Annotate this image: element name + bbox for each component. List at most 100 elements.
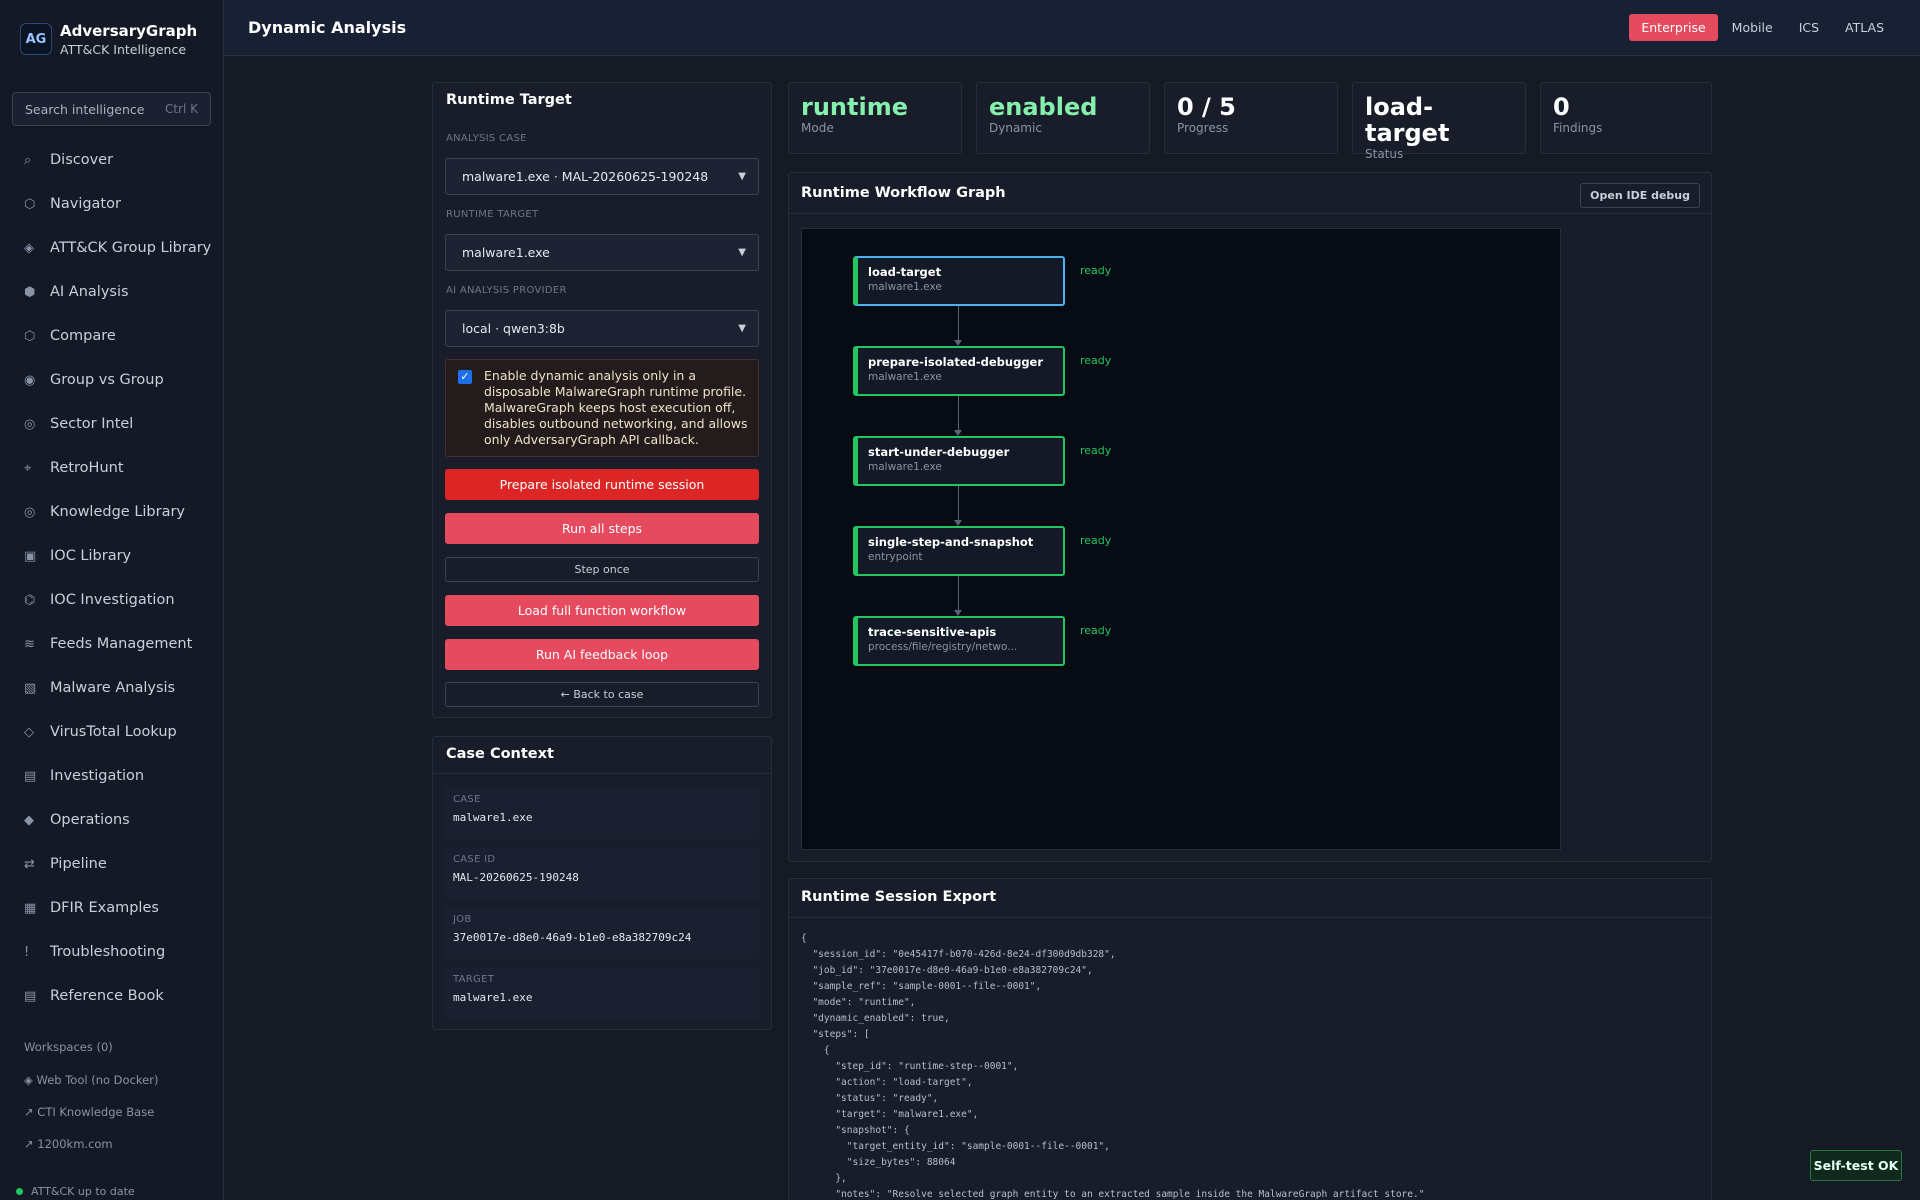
- analysis-case-select[interactable]: malware1.exe · MAL-20260625-190248 ▼: [445, 158, 759, 195]
- analysis-case-label: ANALYSIS CASE: [446, 133, 527, 144]
- workspaces-list: ◈ Web Tool (no Docker) ↗ CTI Knowledge Ba…: [0, 1064, 223, 1160]
- field-key: CASE: [453, 794, 481, 805]
- nav-icon: ◎: [24, 504, 36, 520]
- workflow-node[interactable]: single-step-and-snapshot entrypoint: [853, 526, 1065, 576]
- runtime-target-select[interactable]: malware1.exe ▼: [445, 234, 759, 271]
- stat-dynamic: enabled Dynamic: [976, 82, 1150, 154]
- sidebar-item-ioc-investigation[interactable]: ⌬ IOC Investigation: [0, 578, 223, 622]
- workflow-graph-canvas[interactable]: load-target malware1.exe ready prepare-isol…: [801, 228, 1561, 850]
- chevron-down-icon: ▼: [738, 247, 746, 258]
- node-subtitle: process/file/registry/netwo...: [868, 641, 1018, 653]
- stat-findings: 0 Findings: [1540, 82, 1712, 154]
- chevron-down-icon: ▼: [738, 171, 746, 182]
- search-shortcut: Ctrl K: [164, 102, 198, 116]
- sidebar-item-knowledge-library[interactable]: ◎ Knowledge Library: [0, 490, 223, 534]
- workflow-node[interactable]: load-target malware1.exe: [853, 256, 1065, 306]
- sidebar-item-navigator[interactable]: ⬡ Navigator: [0, 182, 223, 226]
- open-ide-debug-button[interactable]: Open IDE debug: [1580, 183, 1700, 208]
- json-line: "status": "ready",: [801, 1093, 939, 1104]
- sidebar-item-reference-book[interactable]: ▤ Reference Book: [0, 974, 223, 1018]
- topbar: Dynamic Analysis Enterprise Mobile ICS ATLA…: [224, 0, 1920, 56]
- workspaces-title: Workspaces (0): [24, 1040, 113, 1054]
- analysis-case-value: malware1.exe · MAL-20260625-190248: [462, 169, 709, 184]
- sidebar-item-label: Troubleshooting: [50, 944, 166, 960]
- tab-enterprise[interactable]: Enterprise: [1629, 14, 1718, 41]
- divider: [433, 773, 771, 774]
- field-key: TARGET: [453, 974, 495, 985]
- sidebar-item-label: ATT&CK Group Library: [50, 240, 212, 256]
- sidebar-item-virustotal-lookup[interactable]: ◇ VirusTotal Lookup: [0, 710, 223, 754]
- attack-status-text: ATT&CK up to date: [31, 1185, 135, 1198]
- self-test-badge[interactable]: Self-test OK: [1810, 1150, 1902, 1181]
- tab-ics[interactable]: ICS: [1787, 14, 1831, 41]
- tab-atlas[interactable]: ATLAS: [1833, 14, 1896, 41]
- sidebar-item-feeds-management[interactable]: ≋ Feeds Management: [0, 622, 223, 666]
- json-line: {: [801, 1045, 830, 1056]
- sidebar-item-label: Discover: [50, 152, 114, 168]
- consent-text: Enable dynamic analysis only in a dispos…: [484, 368, 748, 447]
- sidebar-item-pipeline[interactable]: ⇄ Pipeline: [0, 842, 223, 886]
- sidebar-item-retrohunt[interactable]: ⌖ RetroHunt: [0, 446, 223, 490]
- consent-checkbox[interactable]: ✓: [458, 370, 472, 384]
- sidebar-item-troubleshooting[interactable]: ! Troubleshooting: [0, 930, 223, 974]
- sidebar-item-ioc-library[interactable]: ▣ IOC Library: [0, 534, 223, 578]
- dynamic-consent: ✓ Enable dynamic analysis only in a disp…: [445, 359, 759, 457]
- sidebar-item-operations[interactable]: ◆ Operations: [0, 798, 223, 842]
- stat-mode: runtime Mode: [788, 82, 962, 154]
- ai-feedback-button[interactable]: Run AI feedback loop: [445, 639, 759, 670]
- status-dot-icon: [16, 1188, 23, 1195]
- sidebar-item-investigation[interactable]: ▤ Investigation: [0, 754, 223, 798]
- json-line: "steps": [: [801, 1029, 870, 1040]
- step-once-button[interactable]: Step once: [445, 557, 759, 582]
- sidebar-item-malware-analysis[interactable]: ▧ Malware Analysis: [0, 666, 223, 710]
- workflow-graph-title: Runtime Workflow Graph: [801, 185, 1006, 201]
- nav-icon: ▤: [24, 768, 37, 784]
- field-value: malware1.exe: [453, 811, 533, 824]
- workspace-link[interactable]: ↗ CTI Knowledge Base: [0, 1096, 223, 1128]
- stat-label: Mode: [801, 121, 834, 135]
- sidebar-item-label: IOC Library: [50, 548, 132, 564]
- provider-label: AI ANALYSIS PROVIDER: [446, 285, 567, 296]
- attack-status: ATT&CK up to date: [16, 1185, 135, 1198]
- workflow-node[interactable]: prepare-isolated-debugger malware1.exe: [853, 346, 1065, 396]
- workflow-node[interactable]: start-under-debugger malware1.exe: [853, 436, 1065, 486]
- stat-value: runtime: [801, 93, 908, 121]
- brand[interactable]: AG AdversaryGraph ATT&CK Intelligence: [0, 0, 223, 78]
- tab-mobile[interactable]: Mobile: [1720, 14, 1785, 41]
- nav-icon: ⌖: [24, 460, 32, 476]
- nav-icon: ◆: [24, 812, 34, 828]
- session-export-json[interactable]: { "session_id": "0e45417f-b070-426d-8e24…: [801, 931, 1424, 1200]
- sidebar-item-label: Operations: [50, 812, 130, 828]
- field-value: malware1.exe: [453, 991, 533, 1004]
- run-all-steps-button[interactable]: Run all steps: [445, 513, 759, 544]
- workflow-node[interactable]: trace-sensitive-apis process/file/registr…: [853, 616, 1065, 666]
- target-field: TARGET malware1.exe: [445, 967, 759, 1019]
- workspace-link[interactable]: ◈ Web Tool (no Docker): [0, 1064, 223, 1096]
- node-title: prepare-isolated-debugger: [868, 355, 1044, 369]
- node-subtitle: malware1.exe: [868, 371, 942, 383]
- load-workflow-button[interactable]: Load full function workflow: [445, 595, 759, 626]
- sidebar-item-att-ck-group-library[interactable]: ◈ ATT&CK Group Library: [0, 226, 223, 270]
- sidebar-item-group-vs-group[interactable]: ◉ Group vs Group: [0, 358, 223, 402]
- search-input[interactable]: Search intelligence Ctrl K: [12, 92, 211, 126]
- json-line: "session_id": "0e45417f-b070-426d-8e24-d…: [801, 949, 1116, 960]
- sidebar-item-compare[interactable]: ⬡ Compare: [0, 314, 223, 358]
- runtime-target-label: RUNTIME TARGET: [446, 209, 539, 220]
- sidebar-item-ai-analysis[interactable]: ⬢ AI Analysis: [0, 270, 223, 314]
- back-to-case-button[interactable]: ← Back to case: [445, 682, 759, 707]
- sidebar-item-discover[interactable]: ⌕ Discover: [0, 138, 223, 182]
- nav-icon: ▤: [24, 988, 37, 1004]
- workspace-link[interactable]: ↗ 1200km.com: [0, 1128, 223, 1160]
- node-title: trace-sensitive-apis: [868, 625, 997, 639]
- sidebar-nav: ⌕ Discover ⬡ Navigator ◈ ATT&CK Group Library…: [0, 138, 223, 1018]
- sidebar-item-sector-intel[interactable]: ◎ Sector Intel: [0, 402, 223, 446]
- sidebar-item-dfir-examples[interactable]: ▦ DFIR Examples: [0, 886, 223, 930]
- case-context-panel: Case Context CASE malware1.exe CASE ID M…: [432, 736, 772, 1030]
- session-export-title: Runtime Session Export: [801, 889, 997, 905]
- provider-value: local · qwen3:8b: [462, 321, 565, 336]
- provider-select[interactable]: local · qwen3:8b ▼: [445, 310, 759, 347]
- prepare-session-button[interactable]: Prepare isolated runtime session: [445, 469, 759, 500]
- nav-icon: ⬢: [24, 284, 36, 300]
- node-title: load-target: [868, 265, 942, 279]
- divider: [789, 213, 1711, 214]
